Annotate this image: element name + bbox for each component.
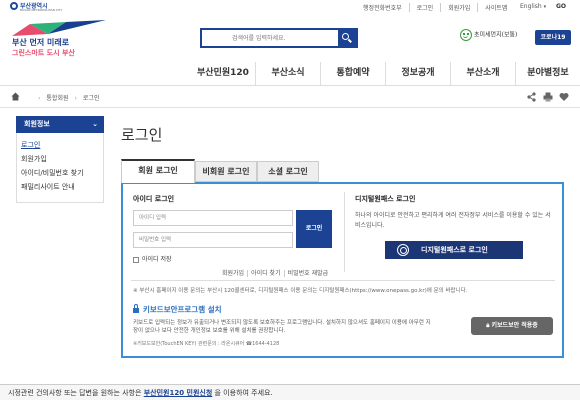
link-signup[interactable]: 회원가입 (219, 270, 247, 277)
footer-text: 시정관련 건의사항 또는 답변을 원하는 사항은 (8, 389, 144, 397)
login-button[interactable]: 로그인 (296, 210, 332, 248)
chevron-right-icon: › (38, 95, 41, 102)
sidebar-item-family-sites[interactable]: 패밀리사이트 안내 (21, 180, 99, 194)
header: 부산 먼저 미래로 그린스마트 도시 부산 초미세먼지(보통) 코로나19 (0, 16, 580, 62)
utility-links: 행정전화번호부 로그인 회원가입 사이트맵 (356, 3, 514, 12)
search-button[interactable] (338, 30, 356, 46)
sidebar: 회원정보 ⌄ 로그인 회원가입 아이디/비밀번호 찾기 패밀리사이트 안내 (16, 116, 104, 203)
checkbox-icon (133, 256, 139, 263)
busan-city-brand[interactable]: 부산광역시 BUSAN METROPOLITAN CITY (10, 1, 62, 12)
link-find-id[interactable]: 아이디 찾기 (247, 270, 284, 277)
heart-icon[interactable] (559, 92, 569, 102)
id-field[interactable]: 아이디 입력 (133, 210, 293, 226)
chevron-down-icon: ▾ (543, 4, 547, 10)
search-input[interactable] (202, 30, 338, 46)
sidebar-item-login[interactable]: 로그인 (21, 138, 99, 152)
breadcrumb-item-login[interactable]: 로그인 (83, 95, 100, 102)
share-icon[interactable] (527, 92, 536, 102)
keyboard-security-contact: ※키보드보안(TouchEN KEY) 관련문의 : 라온시큐어 ☎1644-4… (133, 341, 280, 347)
busan-emblem-icon (10, 2, 18, 10)
sidebar-title: 회원정보 (24, 120, 50, 128)
fingerprint-icon (397, 244, 409, 256)
sidebar-menu: 로그인 회원가입 아이디/비밀번호 찾기 패밀리사이트 안내 (16, 133, 104, 203)
util-link-phonebook[interactable]: 행정전화번호부 (356, 3, 409, 12)
breadcrumb-bar: › 통합회원 › 로그인 (0, 86, 580, 108)
divider (344, 192, 345, 272)
air-quality-status[interactable]: 초미세먼지(보통) (460, 29, 517, 41)
chevron-right-icon: › (74, 95, 77, 102)
footer-minwon-link[interactable]: 부산민원120 민원신청 (144, 389, 213, 397)
keyboard-security-title-text: 키보드보안프로그램 설치 (143, 305, 222, 314)
site-logo[interactable]: 부산 먼저 미래로 그린스마트 도시 부산 (8, 20, 108, 60)
keyboard-security-description: 키보드로 입력되는 정보가 유출되거나 변조되지 않도록 보호하주는 프로그램입… (133, 320, 431, 334)
digital-onepass-title: 디지털원패스 로그인 (355, 195, 416, 203)
link-reset-password[interactable]: 비밀번호 재발급 (283, 270, 332, 277)
language-go-button[interactable]: GO (556, 3, 566, 10)
tab-social-login[interactable]: 소셜 로그인 (257, 161, 319, 182)
footer-text-end: 을 이용하여 주세요. (212, 389, 273, 397)
page-title: 로그인 (121, 126, 163, 144)
utility-bar: 부산광역시 BUSAN METROPOLITAN CITY 행정전화번호부 로그인… (0, 0, 580, 14)
sidebar-header[interactable]: 회원정보 ⌄ (16, 116, 104, 133)
id-login-title: 아이디 로그인 (133, 195, 175, 203)
main-navigation: 부산민원120 부산소식 통합예약 정보공개 부산소개 분야별정보 (0, 62, 580, 86)
divider (131, 280, 555, 281)
footer-notice: 시정관련 건의사항 또는 답변을 원하는 사항은 부산민원120 민원신청 을 … (0, 384, 580, 400)
save-id-label: 아이디 저장 (142, 256, 172, 263)
digital-onepass-button-label: 디지털원패스로 로그인 (421, 246, 488, 254)
air-quality-text: 초미세먼지(보통) (474, 31, 518, 39)
password-field[interactable]: 비밀번호 입력 (133, 232, 293, 248)
save-id-checkbox[interactable]: 아이디 저장 (133, 254, 172, 263)
util-link-sitemap[interactable]: 사이트맵 (477, 3, 514, 12)
sidebar-item-find-id-pw[interactable]: 아이디/비밀번호 찾기 (21, 166, 99, 180)
language-select[interactable]: English ▾ (520, 3, 546, 10)
nav-item-minwon120[interactable]: 부산민원120 (191, 62, 255, 86)
nav-item-news[interactable]: 부산소식 (255, 62, 320, 86)
brand-subtitle: BUSAN METROPOLITAN CITY (20, 8, 63, 12)
digital-onepass-description: 하나의 아이디로 안전하고 편리하게 여러 전자정부 서비스를 이용할 수 있는… (355, 212, 551, 229)
account-links: 회원가입 아이디 찾기 비밀번호 재발급 (219, 268, 332, 277)
nav-item-about-busan[interactable]: 부산소개 (450, 62, 515, 86)
breadcrumb-item-members[interactable]: 통합회원 (46, 95, 68, 102)
language-label: English (520, 3, 542, 10)
keyboard-security-button-label: 키보드보안 적용중 (491, 322, 538, 329)
tab-guest-login[interactable]: 비회원 로그인 (195, 161, 257, 182)
logo-swoosh-icon (12, 20, 106, 36)
nav-item-field-info[interactable]: 분야별정보 (515, 62, 580, 86)
inquiry-notice: ※ 부산시 홈페이지 이용 문의는 부산시 120콜센터로, 디지털원패스 이용… (133, 288, 468, 294)
tab-member-login[interactable]: 회원 로그인 (121, 159, 195, 183)
search-box (200, 28, 358, 48)
keyboard-security-button[interactable]: 🔒︎ 키보드보안 적용중 (471, 317, 553, 335)
nav-item-info-disclosure[interactable]: 정보공개 (385, 62, 450, 86)
nav-item-reservation[interactable]: 통합예약 (320, 62, 385, 86)
util-link-signup[interactable]: 회원가입 (440, 3, 477, 12)
logo-slogan: 부산 먼저 미래로 (12, 38, 70, 47)
digital-onepass-login-button[interactable]: 디지털원패스로 로그인 (385, 241, 523, 259)
home-icon[interactable] (11, 92, 20, 101)
keyboard-security-title[interactable]: 키보드보안프로그램 설치 (133, 303, 222, 315)
corona19-button[interactable]: 코로나19 (535, 30, 571, 45)
chevron-down-icon: ⌄ (92, 120, 98, 128)
breadcrumb: › 통합회원 › 로그인 (32, 93, 99, 102)
util-link-login[interactable]: 로그인 (408, 3, 441, 12)
print-icon[interactable] (543, 92, 553, 102)
page-tools (527, 92, 572, 102)
logo-subslogan: 그린스마트 도시 부산 (12, 49, 75, 57)
lock-icon (133, 303, 139, 313)
login-panel: 아이디 로그인 아이디 입력 비밀번호 입력 로그인 아이디 저장 회원가입 아이… (121, 182, 564, 358)
smile-face-icon (460, 29, 472, 41)
sidebar-item-signup[interactable]: 회원가입 (21, 152, 99, 166)
